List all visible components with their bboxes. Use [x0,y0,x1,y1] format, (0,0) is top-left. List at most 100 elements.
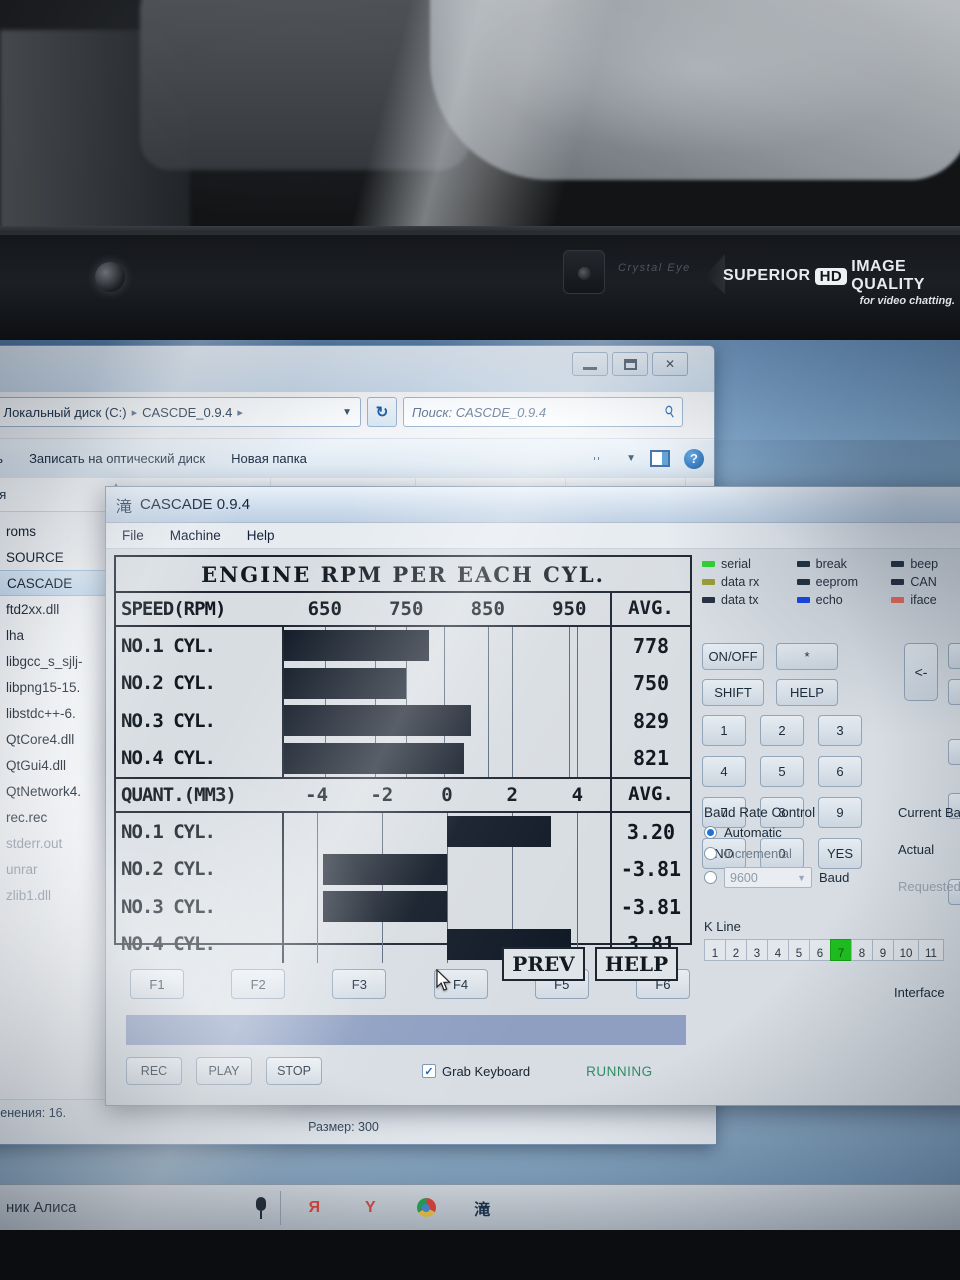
k-line-selector[interactable]: K Line 1 2 3 4 5 6 7 8 9 10 11 [704,919,960,961]
file-name: stderr.out [6,835,63,851]
maximize-button[interactable] [612,352,648,376]
chart-avg-value: 829 [632,708,670,733]
keypad-button-4[interactable]: 4 [702,756,746,787]
cascade-taskbar-icon[interactable]: 滝 [471,1197,493,1219]
chart-bar-lane [284,888,610,926]
transport-button-group[interactable]: REC PLAY STOP [126,1057,322,1085]
microphone-icon[interactable] [254,1196,268,1219]
keypad-edge-button-partial-1[interactable] [948,679,960,705]
chart-category-label: NO.3 CYL. [121,895,216,918]
back-arrow-button[interactable]: <- [904,643,938,701]
prev-button[interactable]: PREV [502,947,585,981]
baud-rate-select[interactable]: 9600 ▼ [724,867,812,888]
cascade-body: ENGINE RPM PER EACH CYL. SPEED(RPM) 650 7… [106,549,960,1105]
k-line-channel-10[interactable]: 10 [893,939,919,961]
menu-item-help[interactable]: Help [247,528,275,543]
keypad-button-5[interactable]: 5 [760,756,804,787]
breadcrumb-item-folder[interactable]: CASCDE_0.9.4 [142,405,232,420]
breadcrumb-item-drive[interactable]: Локальный диск (C:) [4,405,127,420]
led-icon [796,597,810,603]
keypad-button--[interactable]: * [776,643,838,670]
k-line-channel-2[interactable]: 2 [725,939,747,961]
k-line-channel-5[interactable]: 5 [788,939,810,961]
webcam-module [563,250,605,294]
status-size: Размер: 300 [308,1120,379,1134]
function-key-f3[interactable]: F3 [332,969,387,999]
k-line-channel-1[interactable]: 1 [704,939,726,961]
yandex-icon[interactable]: Я [303,1197,325,1219]
k-line-channel-6[interactable]: 6 [809,939,831,961]
cascade-window[interactable]: 滝 CASCADE 0.9.4 File Machine Help ENGINE R… [105,486,960,1106]
taskbar-alice-label[interactable]: ник Алиса [0,1199,76,1216]
axis-tick-label: 650 [307,598,342,620]
led-indicator-CAN: CAN [891,575,960,589]
chart-bar-lane [284,740,610,778]
k-line-channel-7[interactable]: 7 [830,939,852,961]
help-icon[interactable]: ? [684,448,704,469]
explorer-address-bar[interactable]: ▸ Локальный диск (C:) ▸ CASCDE_0.9.4 ▸ ▼… [0,392,706,432]
help-button[interactable]: HELP [595,947,678,981]
rec-button[interactable]: REC [126,1057,182,1085]
chart-nav-buttons[interactable]: PREV HELP [502,947,678,981]
k-line-channel-8[interactable]: 8 [851,939,873,961]
breadcrumb[interactable]: ▸ Локальный диск (C:) ▸ CASCDE_0.9.4 ▸ ▼ [0,397,361,427]
function-key-f2[interactable]: F2 [231,969,286,999]
keypad-button-on-off[interactable]: ON/OFF [702,643,764,670]
transport-controls[interactable]: REC PLAY STOP ✓ Grab Keyboard RUNNING [126,1057,686,1085]
taskbar-items[interactable]: ЯY滝 [293,1197,493,1219]
function-key-f1[interactable]: F1 [130,969,184,999]
k-line-channel-row[interactable]: 1 2 3 4 5 6 7 8 9 10 11 [704,939,960,961]
keypad-arrow-column[interactable]: <- [904,643,938,701]
explorer-toolbar[interactable]: ыть Записать на оптический диск Новая па… [0,438,714,478]
keypad-number-row[interactable]: 456 [702,756,960,787]
grab-keyboard-checkbox[interactable]: ✓ Grab Keyboard [422,1064,530,1079]
interface-control-panel[interactable]: serial break beep data rx eeprom CAN data tx ec… [698,555,960,1155]
chevron-down-icon[interactable]: ▼ [342,407,352,418]
minimize-button[interactable] [572,352,608,376]
preview-pane-icon[interactable] [650,450,670,467]
view-list-icon[interactable] [594,452,612,466]
cascade-menubar[interactable]: File Machine Help [106,523,960,549]
toolbar-new-folder-button[interactable]: Новая папка [231,451,307,466]
led-label: break [815,557,847,571]
k-line-channel-11[interactable]: 11 [918,939,944,961]
toolbar-right-group[interactable]: ▼ ? [594,448,704,469]
led-label: beep [910,557,939,571]
keypad-button-6[interactable]: 6 [818,756,862,787]
grab-keyboard-label: Grab Keyboard [442,1063,531,1079]
toolbar-open-button[interactable]: ыть [0,451,3,466]
menu-item-file[interactable]: File [122,528,144,543]
window-controls[interactable]: ✕ [572,352,688,376]
k-line-channel-9[interactable]: 9 [872,939,894,961]
quant-avg-values: 3.20 -3.81 -3.81 3.81 [610,813,690,963]
refresh-button[interactable]: ↻ [367,397,397,427]
close-button[interactable]: ✕ [652,352,688,376]
keypad-button-help[interactable]: HELP [776,679,838,706]
k-line-channel-3[interactable]: 3 [746,939,768,961]
chevron-down-icon[interactable]: ▼ [626,453,636,464]
explorer-titlebar[interactable]: ✕ [0,346,714,392]
keypad-button-shift[interactable]: SHIFT [702,679,764,706]
toolbar-burn-button[interactable]: Записать на оптический диск [29,451,205,466]
led-label: echo [815,593,843,607]
cascade-titlebar[interactable]: 滝 CASCADE 0.9.4 [106,487,960,523]
keypad-number-row[interactable]: 123 [702,715,960,746]
search-input[interactable]: Поиск: CASCDE_0.9.4 ⚲ [403,397,683,427]
windows-taskbar[interactable]: ник Алиса Я Y 滝 [0,1184,960,1230]
k-line-channel-4[interactable]: 4 [767,939,789,961]
keypad-edge-button-partial-0[interactable] [948,643,960,669]
chart-bar-lane [284,665,610,703]
rpm-plot-area [284,627,610,777]
keypad-button-2[interactable]: 2 [760,715,804,746]
keypad-button-1[interactable]: 1 [702,715,746,746]
menu-item-machine[interactable]: Machine [170,528,221,543]
play-button[interactable]: PLAY [196,1057,252,1085]
chart-bar [284,742,465,774]
yandex-browser-icon[interactable]: Y [359,1197,381,1219]
keypad-button-3[interactable]: 3 [818,715,862,746]
requested-baud-label: Requested [898,879,960,894]
keypad-edge-button-0[interactable]: E [948,739,960,765]
chrome-icon[interactable] [415,1197,437,1219]
rpm-axis-label: SPEED(RPM) [121,598,226,620]
stop-button[interactable]: STOP [266,1057,322,1085]
